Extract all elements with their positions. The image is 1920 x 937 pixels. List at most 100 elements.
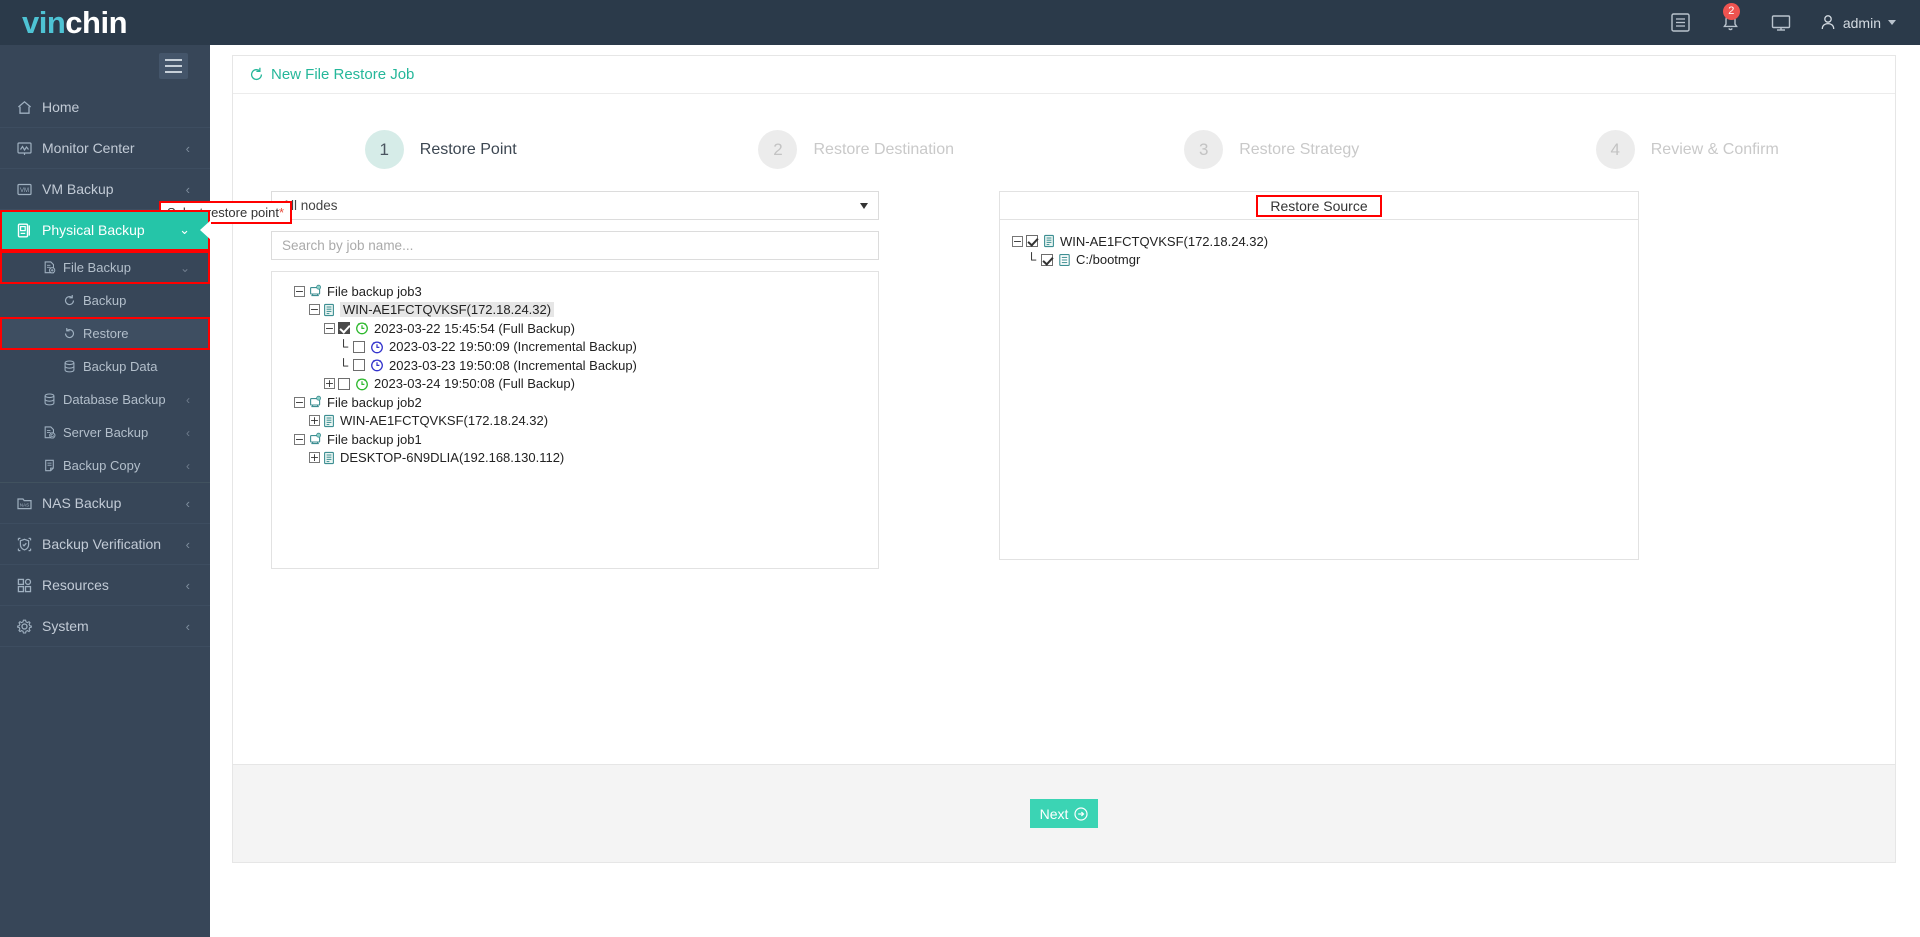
- sidebar-subitem-backup[interactable]: Backup: [0, 284, 210, 317]
- tree-checkbox[interactable]: [1026, 235, 1038, 248]
- tree-row[interactable]: └ C:/bootmgr: [1000, 251, 1638, 270]
- node-select[interactable]: All nodes: [271, 191, 879, 220]
- next-button[interactable]: Next: [1030, 799, 1098, 828]
- sidebar-subitem-label: Backup Copy: [63, 458, 141, 473]
- clock-green-icon: [355, 321, 369, 335]
- monitor-icon: [16, 140, 42, 157]
- sidebar-item-physical-backup[interactable]: Physical Backup ⌄: [0, 210, 210, 251]
- tree-toggle-collapse-icon[interactable]: −: [294, 433, 305, 445]
- tree-row[interactable]: − WIN-AE1FCTQVKSF(172.18.24.32): [272, 301, 878, 320]
- server-icon: [16, 222, 42, 239]
- main-content: New File Restore Job 1 Restore Point 2 Rest…: [159, 45, 1920, 937]
- wizard-step-number: 2: [758, 130, 798, 169]
- logo-part-2: chin: [65, 4, 128, 40]
- tree-checkbox[interactable]: [353, 340, 365, 353]
- sidebar-item-label: Physical Backup: [42, 222, 145, 238]
- tree-toggle-expand-icon[interactable]: +: [309, 415, 320, 427]
- tree-row[interactable]: − 2023-03-22 15:45:54 (Full Backup): [272, 319, 878, 338]
- tree-toggle-collapse-icon[interactable]: −: [294, 285, 305, 297]
- tree-checkbox[interactable]: [1041, 253, 1053, 266]
- wizard-panels: Select restore point* All nodes Search b…: [159, 191, 1895, 569]
- tree-node-label[interactable]: WIN-AE1FCTQVKSF(172.18.24.32): [1060, 234, 1268, 249]
- tree-row[interactable]: − File backup job2: [272, 393, 878, 412]
- tree-node-label[interactable]: File backup job2: [327, 395, 422, 410]
- tree-toggle-collapse-icon[interactable]: −: [1012, 235, 1023, 247]
- tree-node-label[interactable]: WIN-AE1FCTQVKSF(172.18.24.32): [340, 413, 548, 428]
- tree-toggle-expand-icon[interactable]: +: [309, 452, 320, 464]
- wizard-step-3[interactable]: 3 Restore Strategy: [1064, 130, 1480, 169]
- search-input[interactable]: Search by job name...: [271, 231, 879, 260]
- tree-node-label[interactable]: DESKTOP-6N9DLIA(192.168.130.112): [340, 450, 564, 465]
- tree-row[interactable]: − WIN-AE1FCTQVKSF(172.18.24.32): [1000, 232, 1638, 251]
- tree-node-label[interactable]: C:/bootmgr: [1076, 252, 1140, 267]
- tree-checkbox[interactable]: [353, 359, 365, 372]
- chevron-down-icon: [1888, 20, 1896, 25]
- tree-node-label[interactable]: 2023-03-24 19:50:08 (Full Backup): [374, 376, 575, 391]
- sidebar-item-monitor-center[interactable]: Monitor Center ‹: [0, 128, 210, 169]
- tree-node-label[interactable]: 2023-03-23 19:50:08 (Incremental Backup): [389, 358, 637, 373]
- tree-row[interactable]: − File backup job1: [272, 430, 878, 449]
- tree-checkbox[interactable]: [338, 377, 350, 390]
- wizard-footer: Next: [232, 765, 1896, 863]
- sidebar-subitem-file-backup[interactable]: File Backup ⌄: [0, 251, 210, 284]
- list-icon[interactable]: [1670, 12, 1692, 34]
- user-menu[interactable]: admin: [1820, 14, 1896, 31]
- sidebar-item-system[interactable]: System ‹: [0, 606, 210, 647]
- sidebar-nav-sub: File Backup ⌄ Backup Restore Backup Data Data…: [0, 251, 210, 482]
- sidebar-subitem-database-backup[interactable]: Database Backup ‹: [0, 383, 210, 416]
- tree-toggle-collapse-icon[interactable]: −: [294, 396, 305, 408]
- sidebar-item-backup-verification[interactable]: Backup Verification ‹: [0, 524, 210, 565]
- wizard-step-1[interactable]: 1 Restore Point: [233, 130, 649, 169]
- tree-row[interactable]: − File backup job3: [272, 282, 878, 301]
- tree-row[interactable]: + WIN-AE1FCTQVKSF(172.18.24.32): [272, 412, 878, 431]
- tree-node-label[interactable]: 2023-03-22 15:45:54 (Full Backup): [374, 321, 575, 336]
- job-icon: [308, 395, 322, 409]
- sidebar-subitem-label: Server Backup: [63, 425, 149, 440]
- tree-row[interactable]: + DESKTOP-6N9DLIA(192.168.130.112): [272, 449, 878, 468]
- server-backup-icon: [42, 425, 63, 440]
- restore-point-tree[interactable]: − File backup job3− WIN-AE1FCTQVKSF(172.18…: [271, 271, 879, 569]
- gear-icon: [16, 618, 42, 635]
- tree-node-label[interactable]: File backup job1: [327, 432, 422, 447]
- tree-toggle-collapse-icon[interactable]: −: [324, 322, 335, 334]
- tree-row[interactable]: └ 2023-03-22 19:50:09 (Incremental Backup…: [272, 338, 878, 357]
- nas-icon: NAS: [16, 495, 42, 512]
- tree-toggle-collapse-icon[interactable]: −: [309, 304, 320, 316]
- chevron-icon: ‹: [185, 181, 190, 197]
- app-logo[interactable]: vinchin: [0, 5, 210, 41]
- shield-icon: [16, 536, 42, 553]
- sidebar-item-nas-backup[interactable]: NAS NAS Backup ‹: [0, 483, 210, 524]
- bell-icon[interactable]: 2: [1720, 2, 1742, 34]
- chevron-down-icon: [860, 202, 868, 209]
- sidebar-subitem-backup-data[interactable]: Backup Data: [0, 350, 210, 383]
- tree-checkbox[interactable]: [338, 322, 350, 335]
- chevron-icon: ‹: [186, 458, 190, 473]
- tree-toggle-expand-icon[interactable]: +: [324, 378, 335, 390]
- job-icon: [308, 284, 322, 298]
- clock-blue-icon: [370, 340, 384, 354]
- wizard-step-4[interactable]: 4 Review & Confirm: [1480, 130, 1896, 169]
- tree-node-label[interactable]: WIN-AE1FCTQVKSF(172.18.24.32): [340, 302, 555, 318]
- sidebar-item-home[interactable]: Home: [0, 87, 210, 128]
- chevron-icon: ‹: [185, 577, 190, 593]
- display-icon[interactable]: [1770, 12, 1792, 34]
- sidebar-subitem-server-backup[interactable]: Server Backup ‹: [0, 416, 210, 449]
- sidebar-item-label: System: [42, 618, 89, 634]
- restore-source-tree[interactable]: − WIN-AE1FCTQVKSF(172.18.24.32) └ C:/bootmg…: [999, 220, 1639, 560]
- sidebar-subitem-restore[interactable]: Restore: [0, 317, 210, 350]
- tree-node-label[interactable]: 2023-03-22 19:50:09 (Incremental Backup): [389, 339, 637, 354]
- sidebar-item-label: Monitor Center: [42, 140, 135, 156]
- tree-node-label[interactable]: File backup job3: [327, 284, 422, 299]
- sidebar-subitem-backup-copy[interactable]: Backup Copy ‹: [0, 449, 210, 482]
- tree-line-spacer: └: [339, 357, 349, 373]
- tree-row[interactable]: +2023-03-24 19:50:08 (Full Backup): [272, 375, 878, 394]
- host-icon: [323, 451, 335, 465]
- wizard-step-2[interactable]: 2 Restore Destination: [649, 130, 1065, 169]
- chevron-icon: ‹: [186, 392, 190, 407]
- hamburger-icon[interactable]: [159, 53, 188, 79]
- host-icon: [1043, 234, 1055, 248]
- sidebar-item-resources[interactable]: Resources ‹: [0, 565, 210, 606]
- sidebar-subitem-label: Backup: [83, 293, 127, 308]
- svg-text:NAS: NAS: [20, 502, 29, 507]
- tree-row[interactable]: └ 2023-03-23 19:50:08 (Incremental Backup…: [272, 356, 878, 375]
